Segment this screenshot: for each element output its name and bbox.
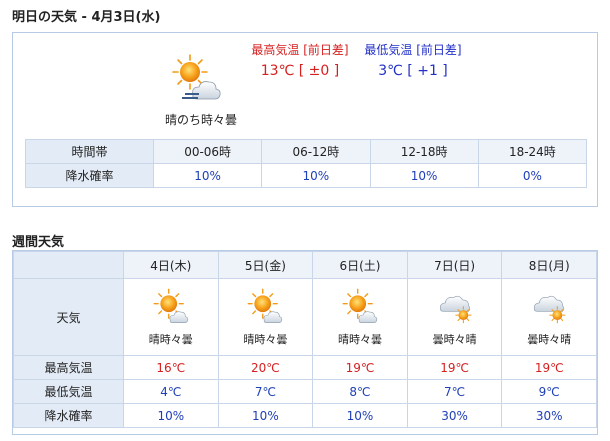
period-header: 時間帯 — [25, 139, 154, 164]
precip-cell: 10% — [217, 403, 314, 428]
precip-header: 降水確率 — [25, 163, 154, 188]
low-row-label: 最低気温 — [13, 379, 124, 404]
tomorrow-panel: 晴のち時々曇 最高気温 [前日差] 13℃ [ ±0 ] 最低気温 [前日差] … — [12, 32, 598, 207]
tomorrow-high: 最高気温 [前日差] 13℃ [ ±0 ] — [245, 41, 355, 81]
table-row: 降水確率 10% 10% 10% 0% — [25, 163, 588, 188]
high-cell: 19℃ — [406, 355, 503, 380]
weather-text: 晴時々曇 — [148, 333, 193, 346]
day-header: 8日(月) — [501, 251, 597, 279]
high-cell: 16℃ — [123, 355, 219, 380]
tomorrow-summary: 晴のち時々曇 最高気温 [前日差] 13℃ [ ±0 ] 最低気温 [前日差] … — [13, 33, 597, 135]
weather-cell: 曇時々晴 — [501, 278, 597, 356]
weather-cell: 曇時々晴 — [406, 278, 503, 356]
day-header: 6日(土) — [312, 251, 408, 279]
corner-cell — [13, 251, 124, 279]
precip-cell: 10% — [152, 163, 263, 188]
high-cell: 19℃ — [312, 355, 408, 380]
table-row: 4日(木) 5日(金) 6日(土) 7日(日) 8日(月) — [13, 251, 597, 279]
table-row: 時間帯 00-06時 06-12時 12-18時 18-24時 — [25, 139, 588, 164]
tomorrow-low: 最低気温 [前日差] 3℃ [ +1 ] — [358, 41, 468, 81]
day-header: 7日(日) — [406, 251, 503, 279]
period-cell: 00-06時 — [152, 139, 263, 164]
high-row-label: 最高気温 — [13, 355, 124, 380]
tomorrow-precip-table: 時間帯 00-06時 06-12時 12-18時 18-24時 降水確率 10%… — [25, 139, 588, 188]
weather-text: 晴時々曇 — [243, 333, 288, 346]
precip-cell: 30% — [406, 403, 503, 428]
weather-text: 曇時々晴 — [432, 333, 477, 346]
table-row: 最高気温 16℃ 20℃ 19℃ 19℃ 19℃ — [13, 355, 597, 380]
sun-cloud-icon — [342, 288, 378, 324]
cloud-sun-icon — [534, 295, 566, 324]
low-cell: 8℃ — [312, 379, 408, 404]
sun-cloud-icon — [153, 288, 188, 324]
weekly-panel: 4日(木) 5日(金) 6日(土) 7日(日) 8日(月) 天気 晴時々曇 晴時… — [12, 250, 598, 435]
cloud-sun-icon — [439, 295, 472, 324]
low-cell: 7℃ — [406, 379, 503, 404]
weather-row-label: 天気 — [13, 278, 124, 356]
period-cell: 18-24時 — [477, 139, 588, 164]
period-cell: 12-18時 — [369, 139, 479, 164]
table-row: 最低気温 4℃ 7℃ 8℃ 7℃ 9℃ — [13, 379, 597, 404]
high-cell: 19℃ — [501, 355, 597, 380]
low-cell: 9℃ — [501, 379, 597, 404]
sun-cloud-icon — [172, 54, 221, 100]
precip-cell: 10% — [261, 163, 371, 188]
weather-text: 晴時々曇 — [337, 333, 382, 346]
precip-cell: 0% — [477, 163, 588, 188]
weekly-table: 4日(木) 5日(金) 6日(土) 7日(日) 8日(月) 天気 晴時々曇 晴時… — [13, 251, 597, 428]
high-cell: 20℃ — [217, 355, 314, 380]
table-row: 降水確率 10% 10% 10% 30% 30% — [13, 403, 597, 428]
weather-text: 曇時々晴 — [527, 333, 572, 346]
day-header: 4日(木) — [123, 251, 219, 279]
sun-cloud-icon — [247, 288, 283, 324]
low-label: 最低気温 [前日差] — [364, 43, 462, 57]
precip-row-label: 降水確率 — [13, 403, 124, 428]
low-cell: 7℃ — [217, 379, 314, 404]
tomorrow-weather-text: 晴のち時々曇 — [164, 113, 237, 127]
precip-cell: 10% — [312, 403, 408, 428]
tomorrow-heading: 明日の天気 - 4月3日(水) — [0, 4, 610, 32]
day-header: 5日(金) — [217, 251, 314, 279]
high-label: 最高気温 [前日差] — [251, 43, 349, 57]
weather-cell: 晴時々曇 — [123, 278, 219, 356]
precip-cell: 10% — [369, 163, 479, 188]
weather-cell: 晴時々曇 — [217, 278, 314, 356]
weather-cell: 晴時々曇 — [312, 278, 408, 356]
low-cell: 4℃ — [123, 379, 219, 404]
high-value: 13℃ [ ±0 ] — [260, 63, 340, 79]
precip-cell: 10% — [123, 403, 219, 428]
low-value: 3℃ [ +1 ] — [378, 63, 448, 79]
table-row: 天気 晴時々曇 晴時々曇 晴時々曇 曇時々晴 曇時々晴 — [13, 278, 597, 356]
precip-cell: 30% — [501, 403, 597, 428]
period-cell: 06-12時 — [261, 139, 371, 164]
